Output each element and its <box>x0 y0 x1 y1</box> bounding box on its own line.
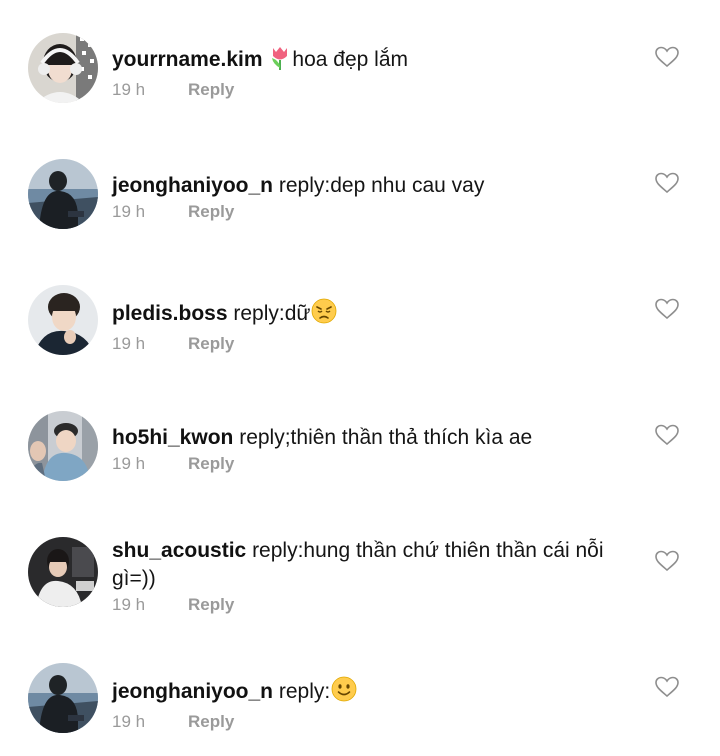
comment-username[interactable]: ho5hi_kwon <box>112 426 233 449</box>
comment-timestamp: 19 h <box>112 202 146 221</box>
comment-timestamp: 19 h <box>112 80 146 99</box>
like-heart-icon[interactable] <box>655 298 679 320</box>
comment-body: hoa đẹp lắm <box>292 48 408 71</box>
comment-body: reply:dữ <box>233 302 311 325</box>
comment-username[interactable]: yourrname.kim <box>112 48 263 71</box>
comment-text-line: pledis.boss reply:dữ <box>112 298 632 332</box>
avatar[interactable] <box>28 33 98 103</box>
reply-button[interactable]: Reply <box>188 595 234 614</box>
comment-meta: 19 h Reply <box>112 710 632 734</box>
reply-button[interactable]: Reply <box>188 454 234 473</box>
like-heart-icon[interactable] <box>655 550 679 572</box>
tulip-emoji <box>269 46 291 78</box>
slightly-smiling-face-emoji <box>331 676 357 710</box>
comment-meta: 19 h Reply <box>112 452 632 476</box>
comment-username[interactable]: jeonghaniyoo_n <box>112 174 273 197</box>
reply-button[interactable]: Reply <box>188 712 234 731</box>
avatar-image <box>28 159 98 229</box>
comment-text-line: jeonghaniyoo_n reply: <box>112 676 632 710</box>
like-heart-icon[interactable] <box>655 676 679 698</box>
comment-meta: 19 h Reply <box>112 332 632 356</box>
comment-timestamp: 19 h <box>112 334 146 353</box>
avatar[interactable] <box>28 663 98 733</box>
avatar[interactable] <box>28 537 98 607</box>
like-heart-icon[interactable] <box>655 424 679 446</box>
comment-text-line: yourrname.kim hoa đẹp lắm <box>112 46 632 78</box>
like-heart-icon[interactable] <box>655 46 679 68</box>
avatar-image <box>28 663 98 733</box>
comment-username[interactable]: shu_acoustic <box>112 539 246 562</box>
comment-meta: 19 h Reply <box>112 593 632 617</box>
comment-timestamp: 19 h <box>112 454 146 473</box>
avatar-image <box>28 537 98 607</box>
comment-body: reply;thiên thần thả thích kìa ae <box>239 426 533 449</box>
like-heart-icon[interactable] <box>655 172 679 194</box>
avatar-image <box>28 33 98 103</box>
comment-username[interactable]: pledis.boss <box>112 302 228 325</box>
comment-timestamp: 19 h <box>112 712 146 731</box>
disappointed-face-emoji <box>311 298 337 332</box>
comment-body: reply: <box>278 680 331 703</box>
comment-username[interactable]: jeonghaniyoo_n <box>112 680 273 703</box>
avatar[interactable] <box>28 411 98 481</box>
reply-button[interactable]: Reply <box>188 334 234 353</box>
comment-meta: 19 h Reply <box>112 78 632 102</box>
comment-text-line: shu_acoustic reply:hung thần chứ thiên t… <box>112 537 622 593</box>
avatar-image <box>28 411 98 481</box>
comment-meta: 19 h Reply <box>112 200 632 224</box>
comment-text-line: ho5hi_kwon reply;thiên thần thả thích kì… <box>112 424 632 452</box>
reply-button[interactable]: Reply <box>188 202 234 221</box>
reply-button[interactable]: Reply <box>188 80 234 99</box>
comment-text-line: jeonghaniyoo_n reply:dep nhu cau vay <box>112 172 632 200</box>
avatar[interactable] <box>28 285 98 355</box>
avatar[interactable] <box>28 159 98 229</box>
avatar-image <box>28 285 98 355</box>
comment-body: reply:dep nhu cau vay <box>278 174 485 197</box>
comment-timestamp: 19 h <box>112 595 146 614</box>
